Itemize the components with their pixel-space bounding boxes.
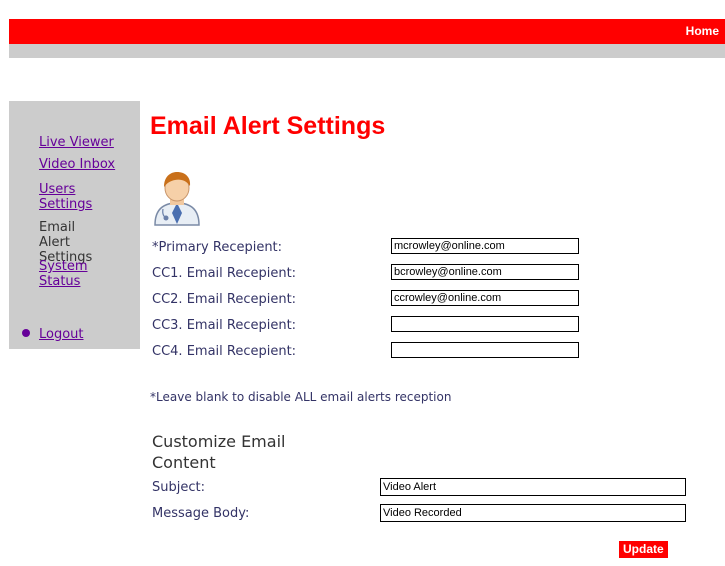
cc3-recipient-field[interactable]	[391, 316, 579, 332]
message-body-field[interactable]	[380, 504, 686, 522]
sidebar-item-live-viewer[interactable]: Live Viewer	[39, 135, 139, 150]
blank-disable-note: *Leave blank to disable ALL email alerts…	[150, 390, 452, 404]
home-link[interactable]: Home	[686, 24, 719, 38]
header-divider	[9, 44, 725, 58]
sidebar-item-video-inbox[interactable]: Video Inbox	[39, 157, 139, 172]
cc3-recipient-label: CC3. Email Recepient:	[152, 318, 297, 333]
update-button[interactable]: Update	[619, 541, 668, 558]
cc2-recipient-field[interactable]	[391, 290, 579, 306]
customize-content-title: Customize Email Content	[152, 432, 286, 472]
cc4-recipient-label: CC4. Email Recepient:	[152, 344, 297, 359]
message-body-label: Message Body:	[152, 506, 250, 521]
sidebar-item-system-status[interactable]: System Status	[39, 259, 101, 289]
primary-recipient-label: *Primary Recepient:	[152, 240, 283, 255]
cc1-recipient-field[interactable]	[391, 264, 579, 280]
bullet-icon	[22, 329, 30, 337]
logout-link[interactable]: Logout	[39, 327, 139, 342]
primary-recipient-field[interactable]	[391, 238, 579, 254]
cc2-recipient-label: CC2. Email Recepient:	[152, 292, 297, 307]
sidebar: Live Viewer Video Inbox Users Settings E…	[9, 101, 140, 349]
subject-field[interactable]	[380, 478, 686, 496]
top-header-bar: Home	[9, 19, 725, 44]
cc1-recipient-label: CC1. Email Recepient:	[152, 266, 297, 281]
cc4-recipient-field[interactable]	[391, 342, 579, 358]
page-title: Email Alert Settings	[150, 112, 386, 140]
user-avatar-icon	[154, 172, 200, 226]
subject-label: Subject:	[152, 480, 205, 495]
left-edge	[0, 0, 9, 566]
sidebar-item-users-settings[interactable]: Users Settings	[39, 182, 101, 212]
